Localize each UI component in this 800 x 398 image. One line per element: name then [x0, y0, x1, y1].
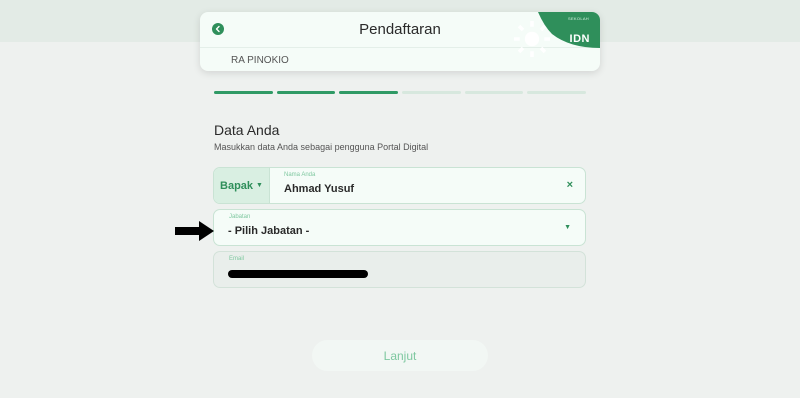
redacted-email-value: [228, 270, 368, 278]
progress-step: [464, 91, 524, 94]
progress-step: [527, 91, 587, 94]
submit-button[interactable]: Lanjut: [312, 340, 488, 371]
section-title: Data Anda: [214, 122, 280, 138]
title-select-value: Bapak: [220, 179, 254, 192]
section-subtitle: Masukkan data Anda sebagai pengguna Port…: [214, 142, 429, 152]
caret-down-icon: ▼: [564, 224, 571, 231]
header-card: Pendaftaran SEKOLAH IDN RA PINOKIO: [200, 12, 600, 71]
header-bar: Pendaftaran SEKOLAH IDN: [200, 12, 600, 57]
progress-steps: [214, 91, 587, 94]
jabatan-value: - Pilih Jabatan -: [228, 225, 310, 237]
email-label: Email: [229, 256, 245, 262]
title-select[interactable]: Bapak ▼: [214, 168, 270, 203]
brand-mark: IDN: [497, 21, 590, 57]
progress-step: [214, 91, 273, 94]
name-field[interactable]: Bapak ▼ Nama Anda Ahmad Yusuf ×: [213, 167, 586, 204]
progress-step: [402, 91, 461, 94]
name-value[interactable]: Ahmad Yusuf: [284, 183, 354, 195]
caret-down-icon: ▼: [256, 182, 263, 189]
pointer-arrow-icon: [175, 221, 214, 241]
progress-step: [339, 91, 399, 94]
clear-icon[interactable]: ×: [567, 179, 573, 191]
brand-name: IDN: [569, 33, 590, 45]
sun-icon: [513, 21, 550, 57]
jabatan-label: Jabatan: [229, 214, 251, 220]
progress-step: [276, 91, 336, 94]
email-field[interactable]: Email: [213, 251, 586, 288]
jabatan-select[interactable]: Jabatan - Pilih Jabatan - ▼: [213, 209, 586, 246]
school-name: RA PINOKIO: [231, 55, 289, 66]
name-label: Nama Anda: [284, 172, 316, 178]
brand-logo: SEKOLAH IDN: [513, 12, 600, 57]
